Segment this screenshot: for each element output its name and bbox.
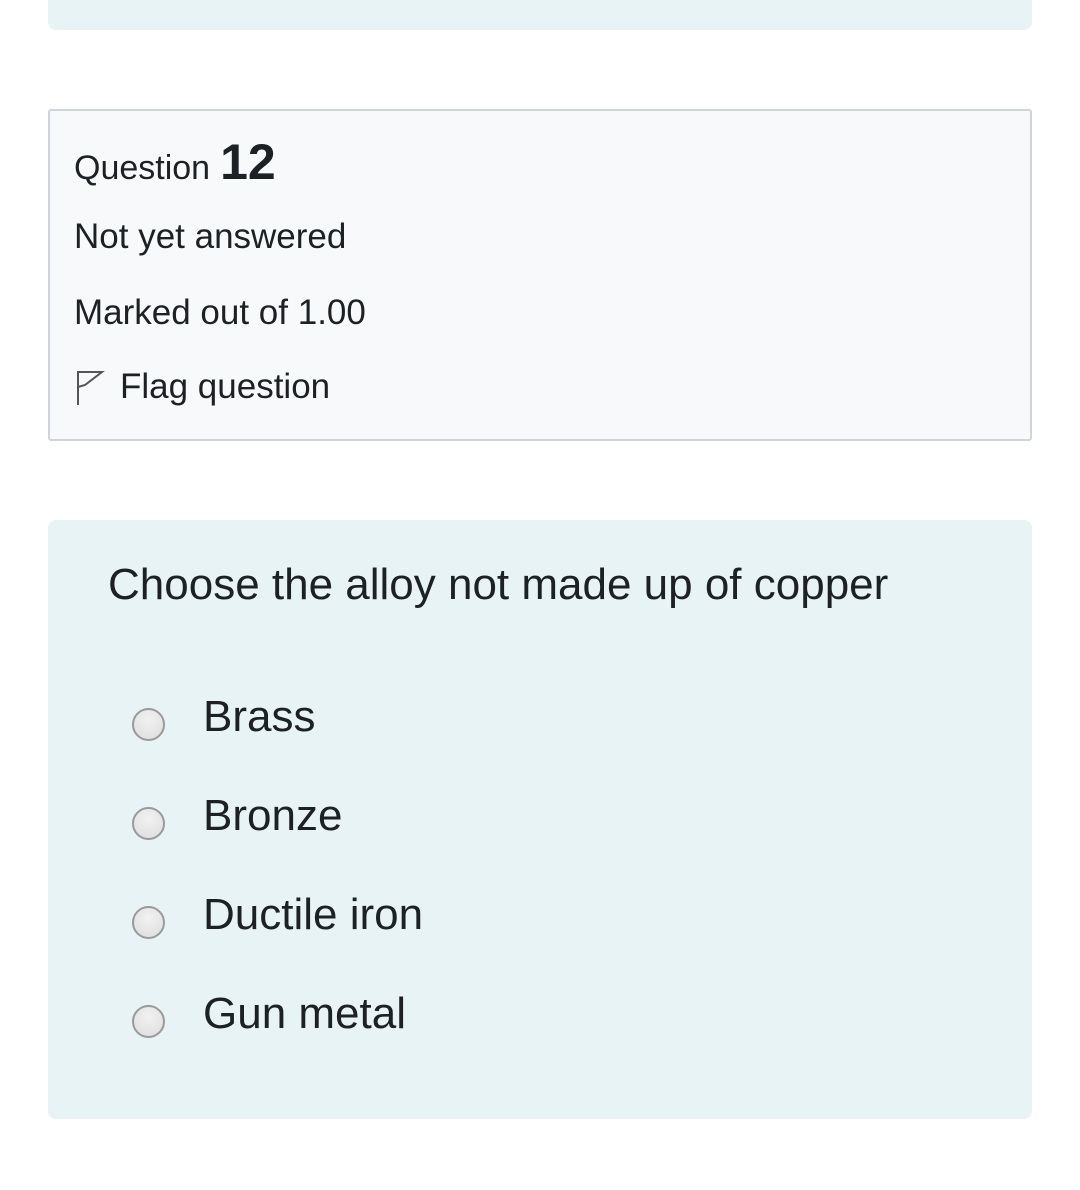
question-text: Choose the alloy not made up of copper [108,560,889,609]
answer-label: Bronze [203,791,343,840]
question-content-box: Choose the alloy not made up of copper B… [48,520,1032,1119]
answer-label: Brass [203,692,316,741]
quiz-page: Question 12 Not yet answered Marked out … [0,0,1080,1190]
flag-question-label: Flag question [120,367,331,406]
previous-question-content [48,0,1032,30]
flag-outline-icon [77,371,105,405]
question-state: Not yet answered [74,217,347,256]
question-info-box: Question 12 Not yet answered Marked out … [48,109,1032,441]
flag-question-button[interactable]: Flag question [74,367,330,407]
radio-button[interactable] [132,806,165,840]
question-number: Question 12 [74,133,276,191]
radio-button[interactable] [132,905,165,939]
question-label: Question [74,149,211,187]
question-number-value: 12 [220,134,276,190]
radio-button[interactable] [132,1004,165,1038]
question-grade: Marked out of 1.00 [74,293,366,332]
answer-label: Ductile iron [203,890,424,939]
answer-label: Gun metal [203,989,406,1038]
answer-option-brass[interactable]: Brass [132,692,315,742]
radio-button[interactable] [132,707,165,741]
answer-option-ductile-iron[interactable]: Ductile iron [132,890,423,940]
answer-option-bronze[interactable]: Bronze [132,791,342,841]
answer-option-gun-metal[interactable]: Gun metal [132,989,406,1039]
